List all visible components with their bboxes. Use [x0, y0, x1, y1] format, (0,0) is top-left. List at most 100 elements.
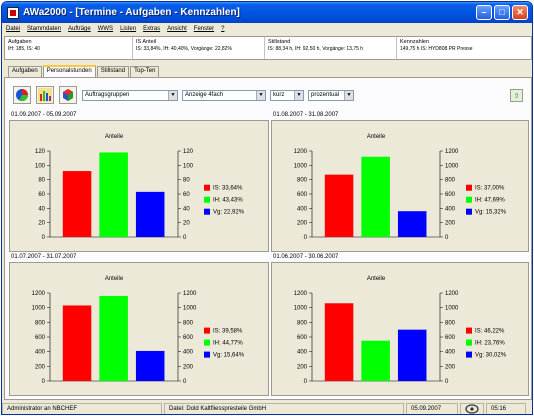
view-select[interactable]: Anzeige 4fach ▼	[182, 89, 266, 101]
legend-label-is: IS: 39,58%	[213, 329, 243, 335]
pie-chart-button[interactable]	[13, 86, 31, 104]
status-date: 05.09.2007	[406, 403, 458, 414]
y-tick-label-left: 200	[297, 364, 308, 370]
chart-title: Anteile	[105, 134, 124, 140]
status-time: 05:16	[486, 403, 526, 414]
mode-select[interactable]: prozentual ▼	[308, 89, 354, 101]
3d-chart-button[interactable]	[59, 86, 77, 104]
y-tick-label-left: 400	[297, 206, 308, 212]
close-button[interactable]: ✕	[512, 5, 528, 20]
bar-is	[324, 303, 354, 381]
length-select-value: kurz	[273, 92, 285, 98]
y-tick-label-right: 40	[183, 206, 190, 212]
export-icon: ⇧	[513, 92, 520, 100]
app-icon[interactable]	[7, 6, 19, 19]
info-aufgaben: Aufgaben IH: 185, IS: 40	[5, 37, 133, 59]
legend-swatch-vg	[204, 208, 210, 215]
bar-is	[62, 305, 92, 381]
app-window: AWa2000 - [Termine - Aufgaben - Kennzahl…	[1, 1, 533, 415]
status-database: Datei: Dold Kaltfliesspresteile GmbH	[164, 403, 404, 414]
chevron-down-icon[interactable]: ▼	[344, 90, 353, 100]
legend-swatch-ih	[466, 339, 472, 346]
legend-label-ih: IH: 47,69%	[475, 198, 505, 204]
chart-panel-3: Anteile 0 0 200 200 400 400 600 600 800 800 1000 100…	[9, 262, 269, 396]
menu-ansicht[interactable]: Ansicht	[167, 26, 187, 32]
y-tick-label-right: 400	[445, 350, 456, 356]
tab-top-ten[interactable]: Top-Ten	[130, 66, 160, 77]
y-tick-label-right: 1000	[445, 163, 459, 169]
export-button[interactable]: ⇧	[510, 89, 523, 102]
y-tick-label-right: 600	[445, 192, 456, 198]
bar-ih	[99, 152, 128, 237]
y-tick-label-left: 1000	[294, 306, 308, 312]
y-tick-label-left: 1000	[294, 163, 308, 169]
tab-stillstand[interactable]: Stillstand	[96, 66, 130, 77]
menu-bar: Datei Stammdaten Aufträge WWS Listen Ext…	[2, 23, 532, 35]
status-bar: Administrator an NBCHEF Datei: Dold Kalt…	[2, 402, 532, 414]
info-kennzahlen-head: Kennzahlen	[400, 39, 430, 45]
y-tick-label-left: 200	[297, 221, 308, 227]
y-tick-label-left: 120	[35, 149, 46, 155]
length-select[interactable]: kurz ▼	[270, 89, 304, 101]
info-is-anteil-value: IS: 33,84%, IH: 40,40%, Vorgänge: 22,82%	[136, 46, 232, 52]
info-panel: Aufgaben IH: 185, IS: 40 IS Anteil IS: 3…	[4, 36, 532, 60]
y-tick-label-right: 20	[183, 221, 190, 227]
legend-label-is: IS: 37,00%	[475, 186, 505, 192]
chevron-down-icon[interactable]: ▼	[168, 90, 177, 100]
y-tick-label-right: 1200	[445, 291, 459, 297]
chevron-down-icon[interactable]: ▼	[294, 90, 303, 100]
y-tick-label-right: 200	[445, 364, 456, 370]
y-tick-label-right: 800	[445, 320, 456, 326]
y-tick-label-right: 400	[183, 350, 194, 356]
legend-label-vg: Vg: 30,02%	[475, 353, 507, 359]
group-select[interactable]: Auftragsgruppen ▼	[82, 89, 178, 101]
maximize-button[interactable]: □	[494, 5, 510, 20]
y-tick-label-right: 0	[445, 379, 449, 385]
menu-extras[interactable]: Extras	[143, 26, 160, 32]
menu-wws[interactable]: WWS	[98, 26, 113, 32]
chart-title: Anteile	[105, 276, 124, 282]
legend-swatch-vg	[204, 351, 210, 358]
panel-3-period: 01.07.2007 - 31.07.2007	[11, 254, 77, 260]
chart-toolbar: Auftragsgruppen ▼ Anzeige 4fach ▼ kurz ▼…	[13, 86, 358, 104]
network-icon	[465, 404, 479, 414]
info-stillstand: Stillstand IS: 88,34 h, IH: 92,50 h, Vor…	[265, 37, 397, 59]
y-tick-label-right: 600	[183, 335, 194, 341]
menu-auftraege[interactable]: Aufträge	[68, 26, 91, 32]
menu-datei[interactable]: Datei	[6, 26, 20, 32]
tab-strip: Aufgaben Personalstunden Stillstand Top-…	[8, 65, 160, 77]
y-tick-label-right: 600	[445, 335, 456, 341]
y-tick-label-right: 1000	[183, 306, 197, 312]
panel-4-period: 01.06.2007 - 30.06.2007	[273, 254, 339, 260]
legend-swatch-vg	[466, 208, 472, 215]
y-tick-label-right: 1000	[445, 306, 459, 312]
bar-vg	[135, 350, 165, 381]
y-tick-label-right: 200	[445, 221, 456, 227]
menu-stammdaten[interactable]: Stammdaten	[27, 26, 61, 32]
tab-personalstunden[interactable]: Personalstunden	[42, 65, 96, 77]
menu-help[interactable]: ?	[221, 26, 224, 32]
tab-content: Auftragsgruppen ▼ Anzeige 4fach ▼ kurz ▼…	[4, 77, 532, 400]
group-select-value: Auftragsgruppen	[85, 92, 130, 98]
y-tick-label-left: 60	[38, 192, 45, 198]
bar-chart-button[interactable]	[36, 86, 54, 104]
chart-title: Anteile	[367, 134, 386, 140]
title-bar[interactable]: AWa2000 - [Termine - Aufgaben - Kennzahl…	[2, 2, 532, 23]
chevron-down-icon[interactable]: ▼	[256, 90, 265, 100]
chart-title: Anteile	[367, 276, 386, 282]
y-tick-label-right: 0	[183, 235, 187, 241]
info-aufgaben-value: IH: 185, IS: 40	[8, 46, 40, 52]
minimize-button[interactable]: –	[476, 5, 492, 20]
bar-is	[62, 171, 92, 237]
menu-listen[interactable]: Listen	[120, 26, 136, 32]
y-tick-label-right: 400	[445, 206, 456, 212]
bar-chart-icon	[38, 88, 52, 102]
y-tick-label-left: 600	[297, 192, 308, 198]
chart-panel-2: Anteile 0 0 200 200 400 400 600 600 800 800 1000 100…	[271, 120, 529, 252]
tab-aufgaben[interactable]: Aufgaben	[8, 66, 42, 77]
cube-chart-icon	[63, 89, 73, 101]
bar-ih	[361, 156, 390, 237]
menu-fenster[interactable]: Fenster	[194, 26, 214, 32]
y-tick-label-left: 200	[35, 364, 46, 370]
pie-chart-icon	[16, 89, 28, 102]
